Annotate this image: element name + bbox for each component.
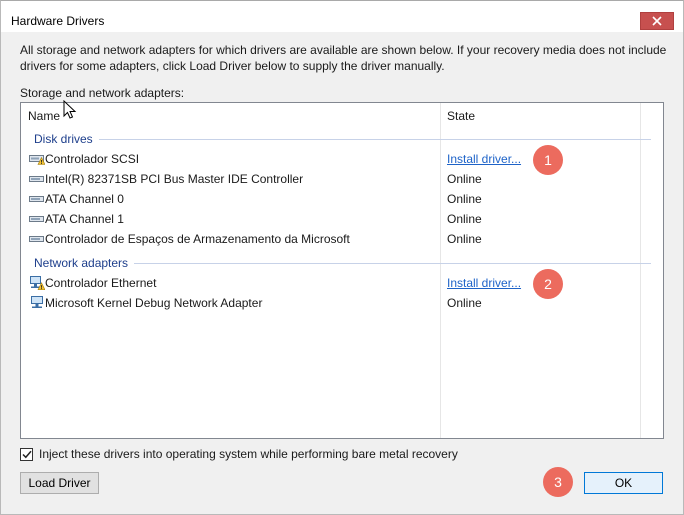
- warning-storage-icon: [29, 155, 45, 165]
- inject-drivers-checkbox[interactable]: [20, 447, 33, 461]
- device-state: Online: [447, 232, 482, 246]
- storage-controller-icon: [29, 176, 44, 182]
- list-item[interactable]: Controlador de Espaços de Armazenamento …: [27, 229, 642, 249]
- checkmark-icon: [21, 450, 32, 458]
- group-title: Disk drives: [34, 132, 93, 146]
- device-state: Online: [447, 192, 482, 206]
- device-name: ATA Channel 0: [45, 192, 124, 206]
- column-header-state[interactable]: State: [440, 103, 640, 129]
- ok-button[interactable]: OK: [584, 472, 663, 494]
- storage-controller-icon: [29, 236, 44, 242]
- description-text: All storage and network adapters for whi…: [20, 43, 667, 73]
- annotation-badge-3: 3: [543, 467, 573, 497]
- device-name: Controlador de Espaços de Armazenamento …: [45, 232, 350, 246]
- device-name: Intel(R) 82371SB PCI Bus Master IDE Cont…: [45, 172, 304, 186]
- device-state: Online: [447, 172, 482, 186]
- hardware-drivers-dialog: Hardware Drivers All storage and network…: [0, 0, 684, 515]
- warning-network-icon: [30, 276, 45, 290]
- install-driver-link[interactable]: Install driver...: [447, 276, 521, 290]
- group-title: Network adapters: [34, 256, 129, 270]
- load-driver-button[interactable]: Load Driver: [20, 472, 99, 494]
- install-driver-link[interactable]: Install driver...: [447, 152, 521, 166]
- adapters-list-label: Storage and network adapters:: [20, 86, 185, 100]
- group-header-disk-drives: Disk drives: [34, 131, 651, 147]
- inject-drivers-label: Inject these drivers into operating syst…: [39, 447, 458, 461]
- device-name: ATA Channel 1: [45, 212, 124, 226]
- storage-controller-icon: [29, 196, 44, 202]
- column-header-name[interactable]: Name: [21, 103, 440, 129]
- group-divider: [134, 262, 651, 264]
- window-title: Hardware Drivers: [11, 14, 105, 28]
- device-state: Online: [447, 212, 482, 226]
- device-name: Controlador SCSI: [45, 152, 140, 166]
- group-header-network-adapters: Network adapters: [34, 255, 651, 271]
- device-name: Controlador Ethernet: [45, 276, 157, 290]
- close-icon: [652, 16, 662, 26]
- list-item[interactable]: ATA Channel 1 Online: [27, 209, 642, 229]
- device-name: Microsoft Kernel Debug Network Adapter: [45, 296, 263, 310]
- device-state: Online: [447, 296, 482, 310]
- close-button[interactable]: [640, 12, 674, 30]
- storage-controller-icon: [29, 216, 44, 222]
- inject-drivers-option[interactable]: Inject these drivers into operating syst…: [20, 447, 458, 461]
- annotation-badge-2: 2: [533, 269, 563, 299]
- annotation-badge-1: 1: [533, 145, 563, 175]
- adapters-list[interactable]: Name State Disk drives Controlador SCSI …: [20, 102, 664, 439]
- list-item[interactable]: ATA Channel 0 Online: [27, 189, 642, 209]
- network-adapter-icon: [31, 296, 43, 308]
- mouse-cursor-icon: [63, 100, 77, 119]
- group-divider: [98, 138, 651, 140]
- title-bar: Hardware Drivers: [1, 1, 683, 32]
